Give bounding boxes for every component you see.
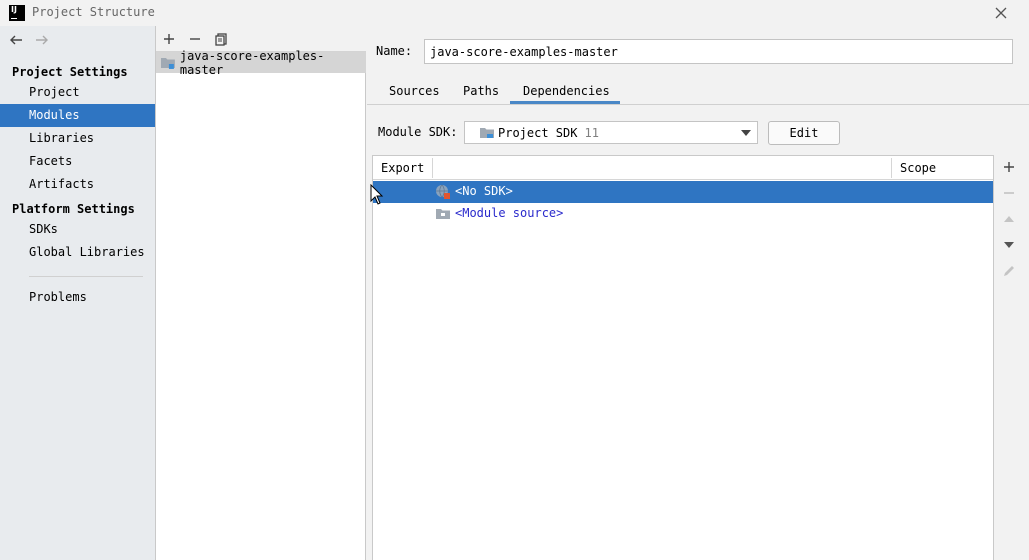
module-sdk-value: Project SDK [498, 125, 578, 140]
nav-item-artifacts[interactable]: Artifacts [0, 173, 155, 196]
platform-settings-header: Platform Settings [12, 202, 135, 216]
move-up-icon[interactable] [1001, 211, 1017, 227]
arrow-left-icon[interactable] [8, 32, 24, 48]
project-settings-header: Project Settings [12, 65, 128, 79]
chevron-down-icon [741, 130, 751, 136]
window-title: Project Structure [32, 5, 155, 19]
move-down-icon[interactable] [1001, 237, 1017, 253]
copy-icon[interactable] [213, 31, 229, 47]
table-row[interactable]: <Module source> [373, 203, 993, 225]
dependency-name: <Module source> [455, 206, 564, 220]
module-list-item[interactable]: java-score-examples-master [156, 49, 366, 77]
dependency-name: <No SDK> [455, 184, 513, 198]
settings-navigation: Project Settings Project Modules Librari… [0, 26, 156, 560]
arrow-right-icon[interactable] [34, 32, 50, 48]
nav-item-global-libraries[interactable]: Global Libraries [0, 241, 155, 264]
sdk-globe-icon [436, 184, 450, 199]
tab-sources[interactable]: Sources [389, 84, 440, 105]
module-tabs: Sources Paths Dependencies [367, 78, 1029, 105]
dependencies-toolbar [995, 155, 1025, 560]
module-name: java-score-examples-master [179, 48, 325, 77]
folder-icon [436, 209, 450, 219]
nav-divider [29, 276, 143, 277]
module-name-field[interactable] [424, 39, 1013, 64]
dependencies-table-header: Export Scope [373, 156, 993, 180]
edit-sdk-button[interactable]: Edit [768, 121, 840, 145]
edit-pencil-icon[interactable] [1001, 263, 1017, 279]
remove-icon[interactable] [1001, 185, 1017, 201]
tab-paths[interactable]: Paths [463, 84, 499, 105]
column-export[interactable]: Export [381, 156, 424, 180]
active-tab-indicator [510, 101, 620, 104]
column-divider [891, 158, 892, 178]
column-divider [432, 158, 433, 178]
dependencies-table: Export Scope <No SDK> <Module source> [372, 155, 994, 560]
nav-item-sdks[interactable]: SDKs [0, 218, 155, 241]
table-row[interactable]: <No SDK> [373, 181, 993, 203]
remove-icon[interactable] [187, 31, 203, 47]
nav-item-libraries[interactable]: Libraries [0, 127, 155, 150]
column-scope[interactable]: Scope [900, 156, 936, 180]
module-sdk-label: Module SDK: [378, 125, 458, 139]
name-label: Name: [376, 44, 413, 58]
mouse-cursor-icon [370, 184, 384, 205]
add-icon[interactable] [1001, 159, 1017, 175]
module-sdk-dropdown[interactable]: Project SDK 11 [464, 121, 758, 144]
add-icon[interactable] [161, 31, 177, 47]
nav-item-modules[interactable]: Modules [0, 104, 155, 127]
module-settings-panel: Name: Sources Paths Dependencies Module … [367, 26, 1029, 560]
nav-item-facets[interactable]: Facets [0, 150, 155, 173]
close-icon[interactable] [993, 5, 1009, 21]
module-sdk-version: 11 [584, 125, 599, 140]
module-list-panel: java-score-examples-master [156, 26, 366, 560]
nav-item-project[interactable]: Project [0, 81, 155, 104]
intellij-logo-icon: IJ [9, 5, 25, 21]
module-folder-icon [160, 57, 175, 69]
nav-item-problems[interactable]: Problems [0, 286, 155, 309]
title-bar: IJ Project Structure [0, 0, 1029, 26]
sdk-folder-icon [480, 127, 494, 138]
